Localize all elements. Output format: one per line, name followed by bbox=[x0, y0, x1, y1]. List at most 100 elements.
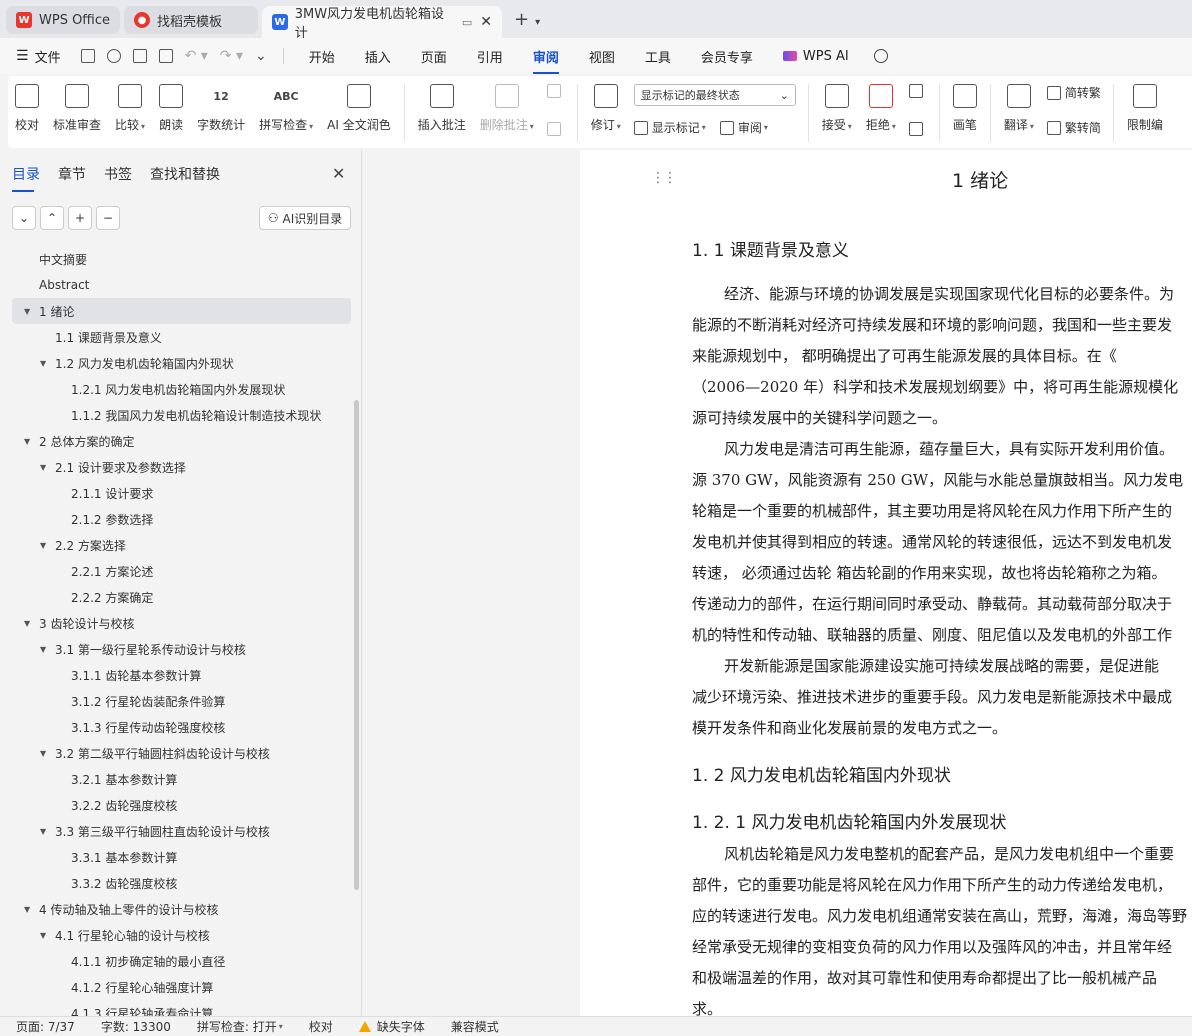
remove-heading-icon[interactable]: − bbox=[96, 206, 120, 230]
spell-check-button[interactable]: ABC 拼写检查 ▾ bbox=[259, 84, 313, 133]
restrict-editing-button[interactable]: 限制编 bbox=[1127, 84, 1163, 133]
toc-item[interactable]: ▼ 3.2 第二级平行轴圆柱斜齿轮设计与校核 bbox=[12, 740, 351, 766]
toc-item[interactable]: 4.1.3 行星轮轴承寿命计算 bbox=[12, 1000, 351, 1017]
print-preview-icon[interactable] bbox=[158, 49, 173, 63]
toc-item[interactable]: 3.1.3 行星传动齿轮强度校核 bbox=[12, 714, 351, 740]
display-mode-select[interactable]: 显示标记的最终状态 ⌄ bbox=[633, 84, 796, 106]
next-comment-icon[interactable] bbox=[546, 122, 565, 136]
more-icon[interactable]: ⌄ bbox=[255, 48, 267, 64]
menu-tools[interactable]: 工具 bbox=[645, 47, 671, 66]
toc-item[interactable]: 3.3.2 齿轮强度校核 bbox=[12, 870, 351, 896]
toc-item[interactable]: 3.1.2 行星轮齿装配条件验算 bbox=[12, 688, 351, 714]
menu-references[interactable]: 引用 bbox=[477, 47, 503, 66]
save-icon[interactable] bbox=[80, 49, 95, 63]
ai-polish-button[interactable]: AI 全文润色 bbox=[327, 84, 391, 133]
missing-font-status[interactable]: 缺失字体 bbox=[358, 1018, 425, 1035]
hamburger-menu-icon[interactable]: ☰ bbox=[16, 48, 29, 64]
add-heading-icon[interactable]: + bbox=[68, 206, 92, 230]
reject-button[interactable]: 拒绝 ▾ bbox=[866, 84, 896, 133]
toc-item[interactable]: ▼ 2.2 方案选择 bbox=[12, 532, 351, 558]
toc-item[interactable]: ▼ 1.2 风力发电机齿轮箱国内外现状 bbox=[12, 350, 351, 376]
toc-item[interactable]: ▼ 3.3 第三级平行轴圆柱直齿轮设计与校核 bbox=[12, 818, 351, 844]
caret-down-icon[interactable]: ▼ bbox=[40, 359, 46, 368]
menu-member[interactable]: 会员专享 bbox=[701, 47, 753, 66]
toc-item[interactable]: 3.2.2 齿轮强度校核 bbox=[12, 792, 351, 818]
compare-button[interactable]: 比较 ▾ bbox=[115, 84, 145, 133]
read-aloud-button[interactable]: 朗读 bbox=[159, 84, 183, 133]
expand-all-icon[interactable]: ⌄ bbox=[12, 206, 36, 230]
toc-item[interactable]: ▼ 4.1 行星轮心轴的设计与校核 bbox=[12, 922, 351, 948]
menu-home[interactable]: 开始 bbox=[309, 47, 335, 66]
caret-down-icon[interactable]: ▼ bbox=[24, 307, 30, 316]
close-tab-icon[interactable]: ✕ bbox=[480, 14, 492, 30]
track-changes-button[interactable]: 修订 ▾ bbox=[591, 84, 621, 133]
menu-page[interactable]: 页面 bbox=[421, 47, 447, 66]
standard-review-button[interactable]: 标准审查 bbox=[53, 84, 101, 133]
toc-item[interactable]: 4.1.1 初步确定轴的最小直径 bbox=[12, 948, 351, 974]
redo-icon[interactable]: ↷ ▾ bbox=[220, 48, 243, 64]
new-tab-icon[interactable]: + bbox=[514, 9, 529, 30]
toc-item[interactable]: ▼ 3 齿轮设计与校核 bbox=[12, 610, 351, 636]
pen-button[interactable]: 画笔 bbox=[952, 84, 977, 133]
toc-item[interactable]: 2.1.1 设计要求 bbox=[12, 480, 351, 506]
accept-button[interactable]: 接受 ▾ bbox=[822, 84, 852, 133]
tab-find-replace[interactable]: 查找和替换 bbox=[150, 164, 220, 184]
caret-down-icon[interactable]: ▼ bbox=[40, 749, 46, 758]
tab-wps-office[interactable]: W WPS Office bbox=[6, 6, 121, 34]
caret-down-icon[interactable]: ▼ bbox=[24, 619, 30, 628]
toc-item[interactable]: 1.1.2 我国风力发电机齿轮箱设计制造技术现状 bbox=[12, 402, 351, 428]
chevron-down-icon[interactable]: ▾ bbox=[535, 17, 540, 28]
show-markup-button[interactable]: 显示标记 ▾ bbox=[633, 119, 706, 136]
toc-item[interactable]: ▼ 3.1 第一级行星轮系传动设计与校核 bbox=[12, 636, 351, 662]
menu-insert[interactable]: 插入 bbox=[365, 47, 391, 66]
toc-item[interactable]: 2.2.2 方案确定 bbox=[12, 584, 351, 610]
collapse-all-icon[interactable]: ⌃ bbox=[40, 206, 64, 230]
toc-item[interactable]: 4.1.2 行星轮心轴强度计算 bbox=[12, 974, 351, 1000]
search-icon[interactable] bbox=[873, 49, 888, 63]
toc-item[interactable]: ▼ 1 绪论 bbox=[12, 298, 351, 324]
tab-bookmarks[interactable]: 书签 bbox=[104, 164, 132, 184]
tab-chapters[interactable]: 章节 bbox=[58, 164, 86, 184]
delete-comment-button[interactable]: 删除批注 ▾ bbox=[480, 84, 534, 133]
caret-down-icon[interactable]: ▼ bbox=[40, 645, 46, 654]
toc-scrollbar[interactable] bbox=[354, 400, 359, 890]
toc-item[interactable]: 1.2.1 风力发电机齿轮箱国内外发展现状 bbox=[12, 376, 351, 402]
page-indicator[interactable]: 页面: 7/37 bbox=[16, 1018, 75, 1035]
word-count[interactable]: 字数: 13300 bbox=[101, 1018, 171, 1035]
caret-down-icon[interactable]: ▼ bbox=[40, 827, 46, 836]
drag-handle-icon[interactable]: ⋮⋮ bbox=[651, 170, 677, 186]
menu-review[interactable]: 审阅 bbox=[532, 47, 559, 74]
prev-comment-icon[interactable] bbox=[546, 84, 565, 98]
print-icon[interactable] bbox=[132, 49, 147, 63]
menu-wps-ai[interactable]: WPS AI bbox=[782, 49, 849, 64]
undo-icon[interactable]: ↶ ▾ bbox=[185, 48, 208, 64]
proof-status[interactable]: 校对 bbox=[309, 1018, 333, 1035]
spell-check-status[interactable]: 拼写检查: 打开 ▾ bbox=[197, 1018, 283, 1035]
menu-file[interactable]: 文件 bbox=[35, 47, 61, 66]
toc-item[interactable]: 2.2.1 方案论述 bbox=[12, 558, 351, 584]
share-icon[interactable] bbox=[106, 49, 121, 63]
toc-item[interactable]: 3.1.1 齿轮基本参数计算 bbox=[12, 662, 351, 688]
translate-button[interactable]: 翻译 ▾ bbox=[1004, 84, 1034, 133]
toc-item[interactable]: 2.1.2 参数选择 bbox=[12, 506, 351, 532]
tab-toc[interactable]: 目录 bbox=[12, 164, 40, 192]
menu-view[interactable]: 视图 bbox=[589, 47, 615, 66]
toc-item[interactable]: 1.1 课题背景及意义 bbox=[12, 324, 351, 350]
caret-down-icon[interactable]: ▼ bbox=[24, 905, 30, 914]
insert-comment-button[interactable]: 插入批注 bbox=[418, 84, 466, 133]
simplified-to-traditional-button[interactable]: 简转繁 bbox=[1046, 84, 1101, 101]
close-icon[interactable]: ✕ bbox=[332, 164, 345, 183]
toc-item[interactable]: ▼ 2.1 设计要求及参数选择 bbox=[12, 454, 351, 480]
review-pane-button[interactable]: 审阅 ▾ bbox=[719, 119, 768, 136]
toc-item[interactable]: Abstract bbox=[12, 272, 351, 298]
caret-down-icon[interactable]: ▼ bbox=[40, 541, 46, 550]
next-change-icon[interactable] bbox=[908, 122, 927, 136]
toc-item[interactable]: ▼ 2 总体方案的确定 bbox=[12, 428, 351, 454]
caret-down-icon[interactable]: ▼ bbox=[40, 931, 46, 940]
toc-item[interactable]: 3.3.1 基本参数计算 bbox=[12, 844, 351, 870]
caret-down-icon[interactable]: ▼ bbox=[40, 463, 46, 472]
tab-docer-templates[interactable]: ● 找稻壳模板 bbox=[124, 6, 259, 34]
prev-change-icon[interactable] bbox=[908, 84, 927, 98]
document-page[interactable]: 1 绪论 1. 1 课题背景及意义 经济、能源与环境的协调发展是实现国家现代化目标的… bbox=[580, 150, 1192, 1016]
caret-down-icon[interactable]: ▼ bbox=[24, 437, 30, 446]
